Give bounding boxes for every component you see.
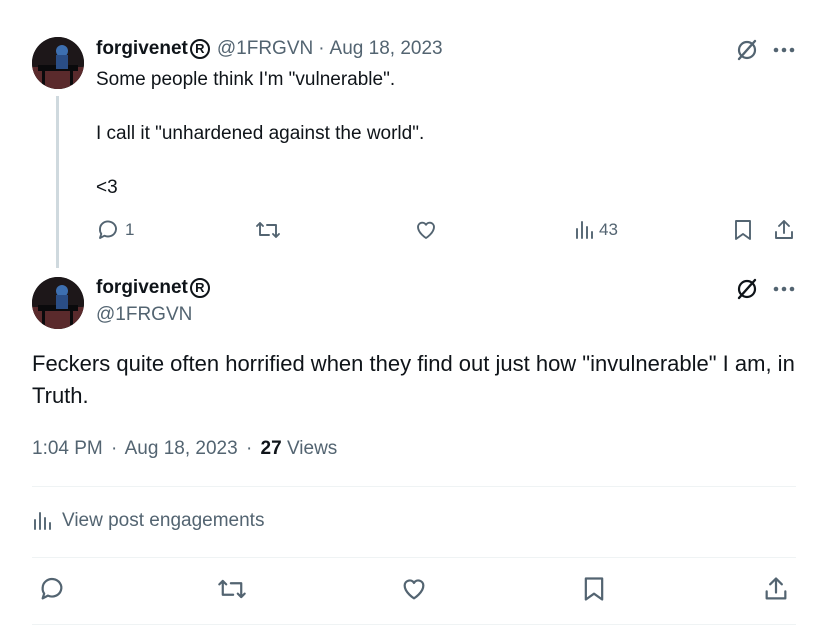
share-button[interactable]: [762, 575, 790, 603]
grok-icon: [737, 39, 757, 61]
reply-tweet-text: Some people think I'm "vulnerable". I ca…: [96, 67, 424, 201]
main-tweet-text: Feckers quite often horrified when they …: [32, 351, 795, 408]
tweet-text-line: <3: [96, 177, 118, 198]
share-button[interactable]: [772, 218, 796, 242]
reply-count: 1: [125, 220, 135, 239]
bookmark-button[interactable]: [581, 575, 607, 603]
tweet-date[interactable]: Aug 18, 2023: [125, 438, 238, 459]
tweet-date[interactable]: Aug 18, 2023: [330, 38, 443, 60]
views-button[interactable]: 43: [574, 218, 618, 242]
retweet-button[interactable]: [217, 575, 247, 603]
views-count: 43: [599, 220, 618, 239]
avatar[interactable]: [32, 277, 84, 329]
bookmark-icon: [584, 577, 604, 601]
share-icon: [765, 577, 787, 600]
divider: [32, 486, 796, 487]
more-icon: [773, 286, 795, 292]
registered-badge-icon: R: [189, 278, 210, 298]
reply-button[interactable]: 1: [96, 218, 134, 242]
separator: ·: [111, 438, 118, 459]
tweet-meta: 1:04 PM · Aug 18, 2023 · 27 Views: [32, 438, 337, 460]
views-icon: [576, 221, 593, 239]
share-icon: [775, 220, 793, 239]
reply-icon: [41, 577, 63, 600]
reply-button[interactable]: [38, 575, 66, 603]
display-name[interactable]: forgivenet: [96, 38, 188, 60]
reply-icon: [99, 220, 117, 239]
views-icon: [34, 512, 51, 530]
registered-badge-icon: R: [189, 39, 210, 59]
tweet-text-line: I call it "unhardened against the world"…: [96, 123, 425, 144]
avatar[interactable]: [32, 37, 84, 89]
more-icon: [773, 47, 795, 53]
handle[interactable]: @1FRGVN: [217, 38, 313, 60]
more-options-button[interactable]: [773, 277, 795, 301]
display-name[interactable]: forgivenet: [96, 277, 188, 299]
like-icon: [417, 221, 435, 239]
avatar-image: [32, 277, 84, 329]
retweet-icon: [218, 579, 246, 599]
more-options-button[interactable]: [773, 38, 795, 62]
like-button[interactable]: [400, 575, 428, 603]
like-icon: [403, 579, 425, 600]
separator: ·: [318, 38, 325, 59]
grok-icon: [737, 278, 757, 300]
tweet-time[interactable]: 1:04 PM: [32, 438, 103, 459]
tweet-text-line: Some people think I'm "vulnerable".: [96, 69, 396, 90]
view-engagements-link[interactable]: View post engagements: [32, 509, 264, 533]
views-number: 27: [260, 438, 282, 459]
retweet-button[interactable]: [255, 218, 281, 242]
retweet-icon: [256, 222, 280, 238]
views-label: Views: [286, 438, 338, 459]
bookmark-button[interactable]: [732, 218, 754, 242]
like-button[interactable]: [414, 218, 438, 242]
avatar-image: [32, 37, 84, 89]
grok-button[interactable]: [735, 38, 759, 62]
divider: [32, 557, 796, 558]
bookmark-icon: [735, 220, 751, 240]
engagements-label: View post engagements: [62, 510, 265, 531]
separator: ·: [245, 438, 253, 459]
main-tweet-header: forgivenet R @1FRGVN: [96, 276, 210, 326]
divider: [32, 624, 796, 625]
thread-line: [56, 96, 59, 268]
handle[interactable]: @1FRGVN: [96, 304, 210, 326]
grok-button[interactable]: [735, 277, 759, 301]
reply-tweet-header: forgivenet R @1FRGVN · Aug 18, 2023: [96, 37, 443, 61]
